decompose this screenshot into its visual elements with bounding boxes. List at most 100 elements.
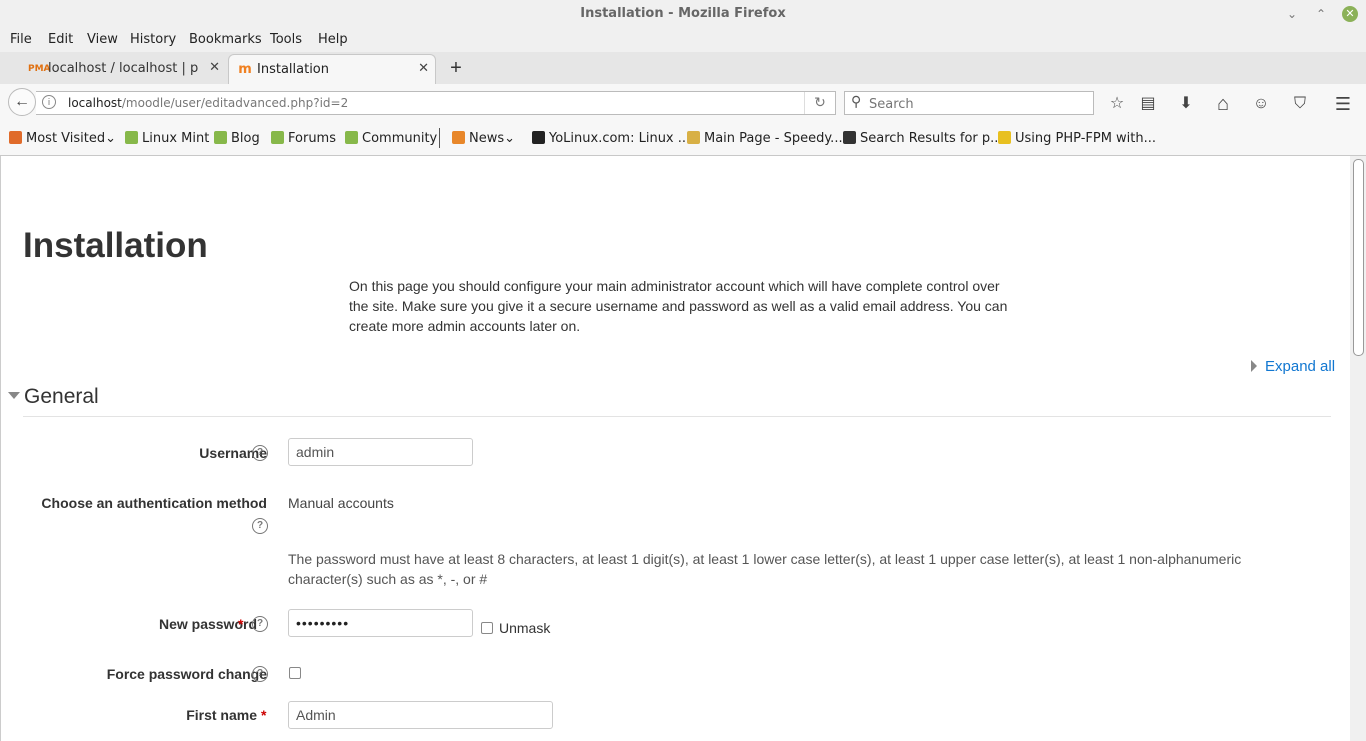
auth-method-label: Choose an authentication method [41, 495, 267, 511]
menu-file[interactable]: File [10, 32, 32, 47]
bookmark-speedy[interactable]: Main Page - Speedy... [687, 131, 843, 146]
window-title: Installation - Mozilla Firefox [580, 6, 786, 21]
back-button[interactable]: ← [8, 88, 36, 116]
mint-icon [214, 131, 227, 144]
expand-all-label: Expand all [1265, 358, 1336, 375]
first-name-input[interactable] [288, 701, 553, 729]
close-window-icon[interactable]: ✕ [1342, 6, 1358, 22]
search-input[interactable] [867, 94, 1091, 114]
mint-icon [271, 131, 284, 144]
section-title: General [24, 385, 99, 408]
url-bar[interactable]: i localhost/moodle/user/editadvanced.php… [36, 91, 836, 115]
navigation-bar: i localhost/moodle/user/editadvanced.php… [0, 84, 1366, 122]
auth-method-value: Manual accounts [288, 495, 394, 511]
search-box[interactable]: ⚲ [844, 91, 1094, 115]
most-visited-icon [9, 131, 22, 144]
help-icon[interactable]: ? [252, 666, 268, 682]
password-policy-note: The password must have at least 8 charac… [288, 551, 1242, 587]
speedy-icon [687, 131, 700, 144]
help-icon[interactable]: ? [252, 616, 268, 632]
url-text[interactable]: localhost/moodle/user/editadvanced.php?i… [68, 96, 348, 110]
close-tab-icon[interactable]: ✕ [418, 61, 429, 76]
force-password-change-checkbox[interactable] [289, 667, 301, 679]
username-input[interactable] [288, 438, 473, 466]
bookmark-label: Search Results for p... [860, 131, 1003, 146]
menu-help[interactable]: Help [318, 32, 348, 47]
lightbulb-icon [998, 131, 1011, 144]
bookmark-label: Blog [231, 131, 260, 146]
mint-icon [345, 131, 358, 144]
required-marker: * [238, 616, 244, 632]
chevron-down-icon: ⌄ [105, 131, 117, 146]
bookmark-label: Most Visited [26, 131, 106, 146]
hello-icon[interactable]: ☺ [1251, 94, 1271, 114]
menu-bar: File Edit View History Bookmarks Tools H… [0, 28, 1366, 52]
site-info-icon[interactable]: i [42, 95, 56, 109]
url-path: /moodle/user/editadvanced.php?id=2 [121, 96, 349, 110]
intro-text: On this page you should configure your m… [349, 278, 1008, 334]
triangle-right-icon [1251, 360, 1257, 372]
reading-list-icon[interactable]: ▤ [1138, 94, 1158, 114]
bookmark-label: Forums [288, 131, 336, 146]
menu-history[interactable]: History [130, 32, 176, 47]
bookmark-forums[interactable]: Forums [271, 131, 336, 146]
bookmark-label: News [469, 131, 505, 146]
expand-all-link[interactable]: Expand all [1251, 358, 1335, 375]
tab-strip: PMA localhost / localhost | ph... ✕ m In… [0, 52, 1366, 85]
help-icon[interactable]: ? [252, 445, 268, 461]
mint-icon [125, 131, 138, 144]
bookmark-label: YoLinux.com: Linux ... [549, 131, 691, 146]
phpmyadmin-favicon-icon: PMA [28, 64, 51, 74]
tab-installation[interactable]: m Installation ✕ [228, 54, 436, 84]
required-marker: * [261, 707, 267, 723]
new-password-input[interactable] [288, 609, 473, 637]
menu-bookmarks[interactable]: Bookmarks [189, 32, 262, 47]
section-general-toggle[interactable]: General [8, 385, 99, 409]
bookmark-label: Main Page - Speedy... [704, 131, 843, 146]
section-divider [23, 416, 1331, 417]
bookmark-label: Community [362, 131, 438, 146]
window-titlebar: Installation - Mozilla Firefox ⌄ ⌃ ✕ [0, 0, 1366, 28]
bookmark-news[interactable]: News⌄ [452, 131, 515, 146]
bookmark-label: Linux Mint [142, 131, 210, 146]
bookmark-yolinux[interactable]: YoLinux.com: Linux ... [532, 131, 690, 146]
home-icon[interactable]: ⌂ [1213, 94, 1233, 114]
scrollbar-thumb[interactable] [1353, 159, 1364, 356]
close-tab-icon[interactable]: ✕ [209, 60, 220, 75]
tab-phpmyadmin[interactable]: PMA localhost / localhost | ph... ✕ [20, 54, 226, 84]
chevron-down-icon: ⌄ [504, 131, 516, 146]
downloads-icon[interactable]: ⬇ [1176, 94, 1196, 114]
minimize-icon[interactable]: ⌄ [1284, 6, 1300, 22]
unmask-checkbox[interactable] [481, 622, 493, 634]
menu-view[interactable]: View [87, 32, 118, 47]
first-name-label: First name [186, 707, 257, 723]
bookmark-most-visited[interactable]: Most Visited⌄ [9, 131, 116, 146]
force-password-change-label: Force password change [106, 666, 267, 682]
page-scrollbar[interactable] [1350, 156, 1366, 741]
hamburger-menu-icon[interactable]: ☰ [1333, 94, 1353, 114]
bookmark-search-results[interactable]: Search Results for p... [843, 131, 1003, 146]
bookmark-community[interactable]: Community [345, 131, 437, 146]
bookmarks-toolbar: Most Visited⌄ Linux Mint Blog Forums Com… [0, 122, 1366, 156]
menu-edit[interactable]: Edit [48, 32, 73, 47]
bookmark-php-fpm[interactable]: Using PHP-FPM with... [998, 131, 1156, 146]
bookmark-linux-mint[interactable]: Linux Mint [125, 131, 209, 146]
menu-tools[interactable]: Tools [270, 32, 302, 47]
page-content: Installation On this page you should con… [0, 156, 1350, 741]
tab-label: localhost / localhost | ph... [48, 61, 198, 76]
page-title: Installation [23, 226, 208, 265]
codepen-icon [843, 131, 856, 144]
new-tab-icon[interactable]: + [446, 56, 466, 80]
bookmarks-separator [439, 128, 440, 148]
tux-icon [532, 131, 545, 144]
rss-icon [452, 131, 465, 144]
help-icon[interactable]: ? [252, 518, 268, 534]
pocket-icon[interactable]: ⛉ [1290, 94, 1310, 114]
bookmark-blog[interactable]: Blog [214, 131, 260, 146]
bookmark-star-icon[interactable]: ☆ [1107, 94, 1127, 114]
maximize-icon[interactable]: ⌃ [1313, 6, 1329, 22]
triangle-down-icon [8, 392, 20, 399]
bookmark-label: Using PHP-FPM with... [1015, 131, 1157, 146]
reload-icon[interactable]: ↻ [804, 92, 835, 114]
search-icon: ⚲ [851, 94, 862, 110]
